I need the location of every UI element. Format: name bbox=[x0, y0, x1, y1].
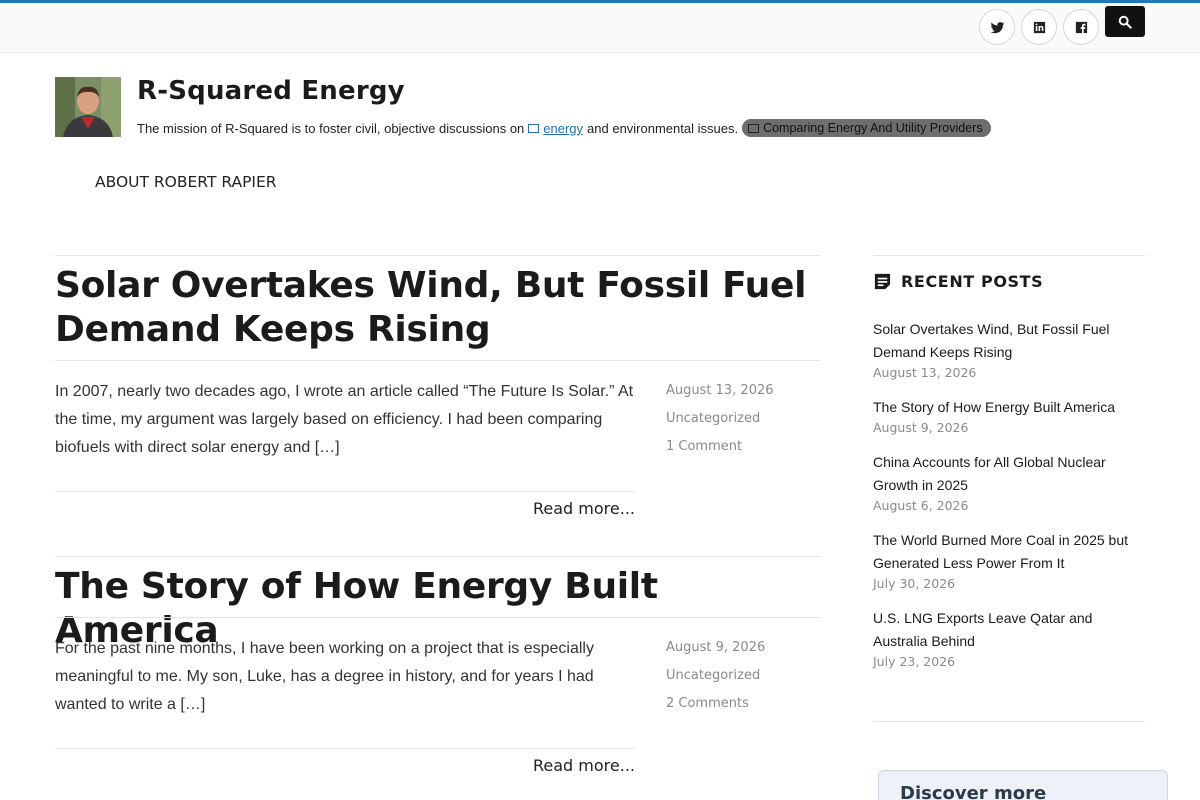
post-comments[interactable]: 1 Comment bbox=[666, 433, 774, 461]
list-item: U.S. LNG Exports Leave Qatar and Austral… bbox=[873, 607, 1145, 671]
tagline-text-end: and environmental issues. bbox=[587, 120, 739, 136]
facebook-icon bbox=[1075, 21, 1087, 33]
avatar-photo bbox=[55, 77, 121, 137]
article-icon bbox=[748, 123, 760, 133]
list-item: The Story of How Energy Built America Au… bbox=[873, 396, 1145, 437]
twitter-link[interactable] bbox=[979, 9, 1015, 45]
nav-about-link[interactable]: ABOUT ROBERT RAPIER bbox=[95, 173, 277, 191]
linkedin-icon bbox=[1033, 21, 1045, 33]
read-more-link[interactable]: Read more... bbox=[533, 756, 635, 775]
recent-posts-list: Solar Overtakes Wind, But Fossil Fuel De… bbox=[873, 318, 1145, 685]
author-avatar[interactable] bbox=[55, 77, 121, 137]
post-excerpt: In 2007, nearly two decades ago, I wrote… bbox=[55, 383, 634, 456]
top-bar bbox=[0, 0, 1200, 53]
discover-more-panel[interactable]: Discover more bbox=[878, 770, 1168, 800]
post-meta: August 13, 2026 Uncategorized 1 Comment bbox=[666, 377, 774, 461]
divider bbox=[873, 721, 1145, 722]
recent-posts-heading: RECENT POSTS bbox=[873, 272, 1043, 291]
energy-link[interactable]: energy bbox=[543, 121, 583, 136]
recent-post-date: July 30, 2026 bbox=[873, 576, 956, 591]
post-date[interactable]: August 13, 2026 bbox=[666, 377, 774, 405]
post-meta: August 9, 2026 Uncategorized 2 Comments bbox=[666, 634, 765, 718]
document-icon bbox=[874, 273, 891, 290]
site-tagline: The mission of R-Squared is to foster ci… bbox=[137, 119, 991, 137]
post-excerpt: For the past nine months, I have been wo… bbox=[55, 640, 594, 713]
recent-post-date: August 9, 2026 bbox=[873, 420, 969, 435]
divider bbox=[55, 491, 635, 492]
article-icon bbox=[528, 123, 540, 133]
recent-posts-title: RECENT POSTS bbox=[901, 272, 1044, 291]
divider bbox=[55, 748, 635, 749]
recent-post-date: August 6, 2026 bbox=[873, 498, 969, 513]
divider bbox=[55, 617, 820, 618]
post-title[interactable]: Solar Overtakes Wind, But Fossil Fuel De… bbox=[55, 264, 815, 352]
discover-more-title: Discover more bbox=[900, 783, 1047, 800]
twitter-icon bbox=[990, 21, 1004, 33]
list-item: China Accounts for All Global Nuclear Gr… bbox=[873, 451, 1145, 515]
recent-post-date: July 23, 2026 bbox=[873, 654, 956, 669]
divider bbox=[55, 556, 820, 557]
providers-pill-link[interactable]: Comparing Energy And Utility Providers bbox=[742, 119, 991, 137]
post-date[interactable]: August 9, 2026 bbox=[666, 634, 765, 662]
site-title[interactable]: R-Squared Energy bbox=[137, 76, 405, 106]
read-more-link[interactable]: Read more... bbox=[533, 499, 635, 518]
divider bbox=[55, 360, 820, 361]
post-category[interactable]: Uncategorized bbox=[666, 405, 774, 433]
list-item: The World Burned More Coal in 2025 but G… bbox=[873, 529, 1145, 593]
facebook-link[interactable] bbox=[1063, 9, 1099, 45]
divider bbox=[873, 255, 1145, 256]
divider bbox=[55, 255, 820, 256]
recent-post-link[interactable]: The World Burned More Coal in 2025 but G… bbox=[873, 529, 1145, 575]
list-item: Solar Overtakes Wind, But Fossil Fuel De… bbox=[873, 318, 1145, 382]
search-button[interactable] bbox=[1105, 6, 1145, 37]
recent-post-date: August 13, 2026 bbox=[873, 365, 977, 380]
linkedin-link[interactable] bbox=[1021, 9, 1057, 45]
pill-label: Comparing Energy And Utility Providers bbox=[763, 121, 983, 135]
recent-post-link[interactable]: The Story of How Energy Built America bbox=[873, 396, 1145, 419]
post-category[interactable]: Uncategorized bbox=[666, 662, 765, 690]
post-comments[interactable]: 2 Comments bbox=[666, 690, 765, 718]
recent-post-link[interactable]: Solar Overtakes Wind, But Fossil Fuel De… bbox=[873, 318, 1145, 364]
search-icon bbox=[1118, 15, 1132, 29]
recent-post-link[interactable]: China Accounts for All Global Nuclear Gr… bbox=[873, 451, 1145, 497]
tagline-text: The mission of R-Squared is to foster ci… bbox=[137, 120, 525, 136]
recent-post-link[interactable]: U.S. LNG Exports Leave Qatar and Austral… bbox=[873, 607, 1145, 653]
